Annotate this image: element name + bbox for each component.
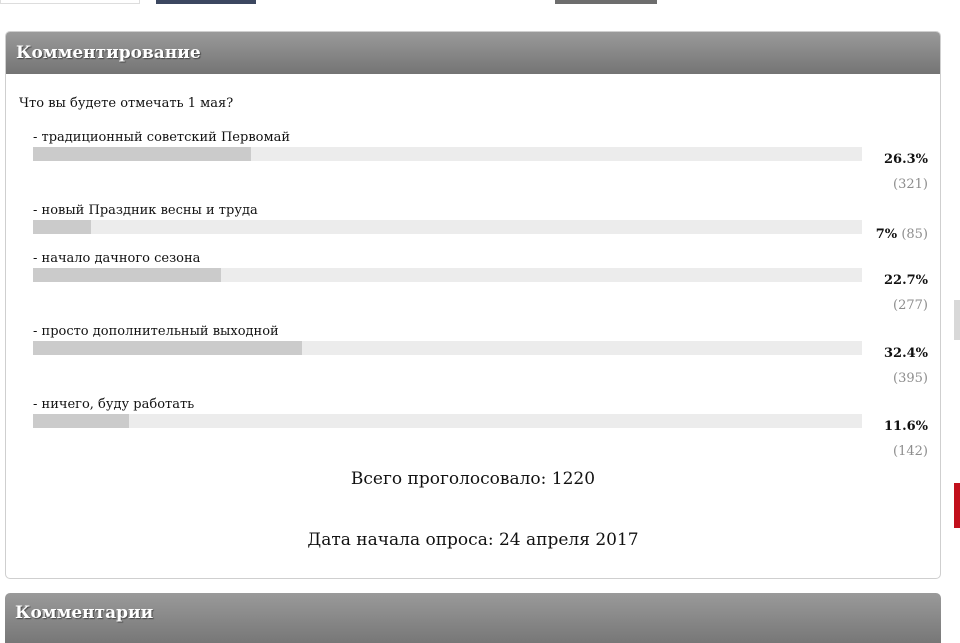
poll-option-bar-track bbox=[33, 414, 862, 428]
poll-option-bar-track bbox=[33, 220, 862, 234]
poll-option-bar-fill bbox=[33, 220, 92, 234]
poll-option-bar-fill bbox=[33, 147, 252, 161]
thumbnail-image[interactable] bbox=[156, 0, 256, 4]
poll-start-date: Дата начала опроса: 24 апреля 2017 bbox=[307, 530, 639, 550]
poll-option-count: (395) bbox=[893, 371, 928, 386]
poll-option-bar-track bbox=[33, 268, 862, 282]
thumbnail-image[interactable] bbox=[0, 0, 140, 4]
poll-option-bar-track bbox=[33, 147, 862, 161]
poll-option-percent: 11.6% bbox=[883, 419, 928, 434]
poll-option-label: - традиционный советский Первомай bbox=[33, 130, 290, 145]
poll-option-count: (85) bbox=[901, 227, 928, 242]
poll-option-stats: 7% (85) bbox=[876, 227, 928, 242]
poll-option-label: - новый Праздник весны и труда bbox=[33, 203, 258, 218]
poll-option-label: - просто дополнительный выходной bbox=[33, 324, 279, 339]
poll-option-bar-fill bbox=[33, 414, 130, 428]
scroll-edge bbox=[954, 300, 960, 340]
poll-panel-title: Комментирование bbox=[6, 32, 940, 74]
poll-option-bar-track bbox=[33, 341, 862, 355]
thumbnail-image[interactable] bbox=[555, 0, 657, 4]
poll-total-votes: Всего проголосовало: 1220 bbox=[350, 469, 596, 489]
poll-option-label: - ничего, буду работать bbox=[33, 397, 195, 412]
poll-question: Что вы будете отмечать 1 мая? bbox=[19, 96, 234, 111]
top-strip bbox=[0, 0, 960, 8]
poll-option-count: (142) bbox=[893, 444, 928, 459]
poll-option-count: (321) bbox=[893, 177, 928, 192]
poll-option-percent: 26.3% bbox=[883, 152, 928, 167]
poll-option-percent: 32.4% bbox=[883, 346, 928, 361]
poll-option-count: (277) bbox=[893, 298, 928, 313]
side-widget-edge[interactable] bbox=[954, 483, 960, 528]
poll-option-bar-fill bbox=[33, 268, 222, 282]
poll-panel: Комментирование Что вы будете отмечать 1… bbox=[5, 31, 941, 579]
poll-option-label: - начало дачного сезона bbox=[33, 251, 201, 266]
poll-option-percent: 7% bbox=[875, 227, 898, 242]
poll-option-bar-fill bbox=[33, 341, 302, 355]
poll-option-percent: 22.7% bbox=[883, 273, 928, 288]
